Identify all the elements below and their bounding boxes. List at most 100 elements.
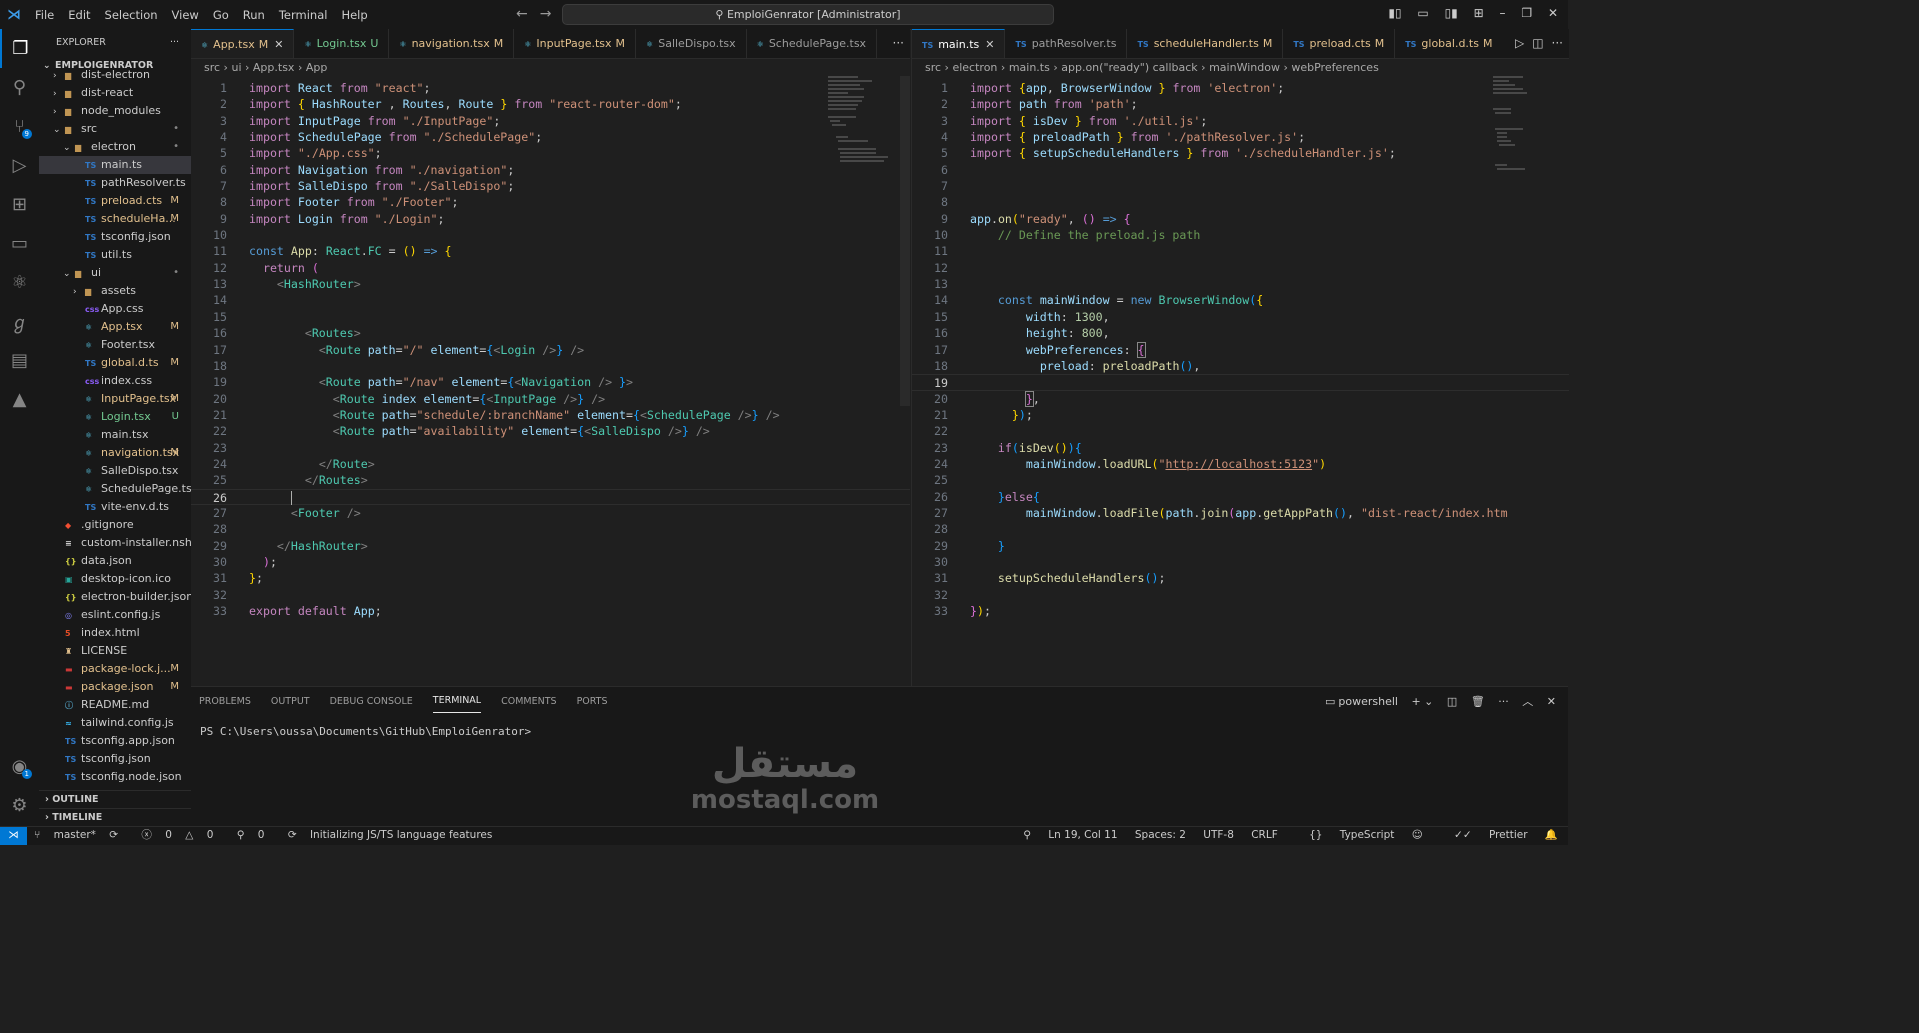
file-tree-item[interactable]: css App.css <box>39 300 191 318</box>
file-tree-item[interactable]: ⌄ ▆ src • <box>39 120 191 138</box>
toggle-secondary-sidebar-icon[interactable]: ▯▮ <box>1445 6 1458 20</box>
run-debug-icon[interactable]: ▷ <box>0 146 39 185</box>
editor-tab[interactable]: ⚛ App.tsx M ✕ <box>191 29 295 58</box>
file-tree-item[interactable]: ♜ LICENSE <box>39 642 191 660</box>
terminal[interactable]: PS C:\Users\oussa\Documents\GitHub\Emplo… <box>191 715 1568 738</box>
more-actions-icon[interactable]: ··· <box>1498 695 1509 708</box>
more-actions-icon[interactable]: ··· <box>170 29 179 57</box>
file-tree-item[interactable]: ⌄ ▆ ui • <box>39 264 191 282</box>
editor-tab[interactable]: ⚛ navigation.tsx M <box>389 29 515 58</box>
command-center[interactable]: ⚲ EmploiGenrator [Administrator] <box>562 4 1054 25</box>
minimap-right[interactable] <box>1491 76 1561 176</box>
close-tab-icon[interactable]: ✕ <box>985 38 994 51</box>
panel-tab-output[interactable]: OUTPUT <box>271 690 310 713</box>
breadcrumb-item[interactable]: App.tsx <box>253 61 295 74</box>
file-tree-item[interactable]: css index.css <box>39 372 191 390</box>
file-tree-item[interactable]: ▬ package.json M <box>39 678 191 696</box>
file-tree-item[interactable]: ◎ eslint.config.js <box>39 606 191 624</box>
file-tree-item[interactable]: {} data.json <box>39 552 191 570</box>
code-editor-left[interactable]: 1 import React from "react"; 2 import { Ha… <box>191 80 910 619</box>
menu-selection[interactable]: Selection <box>98 8 165 22</box>
panel-tab-ports[interactable]: PORTS <box>577 690 608 713</box>
language-mode[interactable]: {} TypeScript <box>1295 829 1394 841</box>
file-tree-item[interactable]: ⚛ navigation.tsx M <box>39 444 191 462</box>
breadcrumb-item[interactable]: src <box>204 61 220 74</box>
menu-go[interactable]: Go <box>206 8 236 22</box>
menu-help[interactable]: Help <box>334 8 374 22</box>
file-tree-item[interactable]: ⚛ main.tsx <box>39 426 191 444</box>
breadcrumb-item[interactable]: webPreferences <box>1291 61 1378 74</box>
more-actions-icon[interactable]: ··· <box>893 36 904 50</box>
search-icon[interactable]: ⚲ <box>0 68 39 107</box>
extensions-icon[interactable]: ⊞ <box>0 185 39 224</box>
split-editor-icon[interactable]: ◫ <box>1532 36 1543 50</box>
ports-status[interactable]: ⚲ 0 <box>237 829 275 841</box>
maximize-panel-icon[interactable]: ︿ <box>1522 695 1533 708</box>
encoding[interactable]: UTF-8 <box>1203 829 1234 841</box>
docker-icon[interactable]: ▤ <box>0 341 39 380</box>
run-icon[interactable]: ▷ <box>1515 36 1524 50</box>
editor-tab[interactable]: TS global.d.ts M <box>1395 29 1504 58</box>
file-tree-item[interactable]: › ▆ dist-react <box>39 84 191 102</box>
panel-tab-terminal[interactable]: TERMINAL <box>432 689 482 713</box>
menu-run[interactable]: Run <box>236 8 272 22</box>
react-icon[interactable]: ⚛ <box>0 263 39 302</box>
minimap-left[interactable] <box>826 76 896 176</box>
file-tree-item[interactable]: TS scheduleHa... M <box>39 210 191 228</box>
file-tree-item[interactable]: {} electron-builder.json <box>39 588 191 606</box>
file-tree-item[interactable]: TS tsconfig.json <box>39 228 191 246</box>
file-tree-item[interactable]: ▣ desktop-icon.ico <box>39 570 191 588</box>
breadcrumb-item[interactable]: ui <box>231 61 241 74</box>
panel-tab-comments[interactable]: COMMENTS <box>501 690 556 713</box>
file-tree-item[interactable]: ⚛ InputPage.tsx M <box>39 390 191 408</box>
editor-tab[interactable]: ⚛ SalleDispo.tsx <box>636 29 747 58</box>
forward-arrow-icon[interactable]: → <box>540 6 564 22</box>
git-graph-icon[interactable]: ℊ <box>0 302 39 341</box>
file-tree-item[interactable]: 5 index.html <box>39 624 191 642</box>
file-tree-item[interactable]: TS vite-env.d.ts <box>39 498 191 516</box>
problems-status[interactable]: ⓧ 0 △ 0 <box>141 829 223 841</box>
close-tab-icon[interactable]: ✕ <box>274 38 283 51</box>
panel-tab-problems[interactable]: PROBLEMS <box>199 690 251 713</box>
editor-tab[interactable]: ⚛ SchedulePage.tsx <box>747 29 878 58</box>
remote-indicator-icon[interactable]: ⋊ <box>0 827 27 845</box>
file-tree-item[interactable]: TS tsconfig.app.json <box>39 732 191 750</box>
file-tree-item[interactable]: TS main.ts <box>39 156 191 174</box>
indentation[interactable]: Spaces: 2 <box>1135 829 1186 841</box>
file-tree-item[interactable]: › ▆ node_modules <box>39 102 191 120</box>
notifications-icon[interactable]: 🔔 <box>1545 829 1558 841</box>
file-tree-item[interactable]: TS tsconfig.json <box>39 750 191 768</box>
file-tree-item[interactable]: TS preload.cts M <box>39 192 191 210</box>
remote-explorer-icon[interactable]: ▭ <box>0 224 39 263</box>
more-actions-icon[interactable]: ··· <box>1552 36 1563 50</box>
breadcrumb-item[interactable]: main.ts <box>1009 61 1050 74</box>
account-icon[interactable]: ◉ 1 <box>0 747 39 786</box>
zoom-icon[interactable]: ⚲ <box>1023 829 1031 841</box>
breadcrumb-item[interactable]: electron <box>952 61 997 74</box>
file-tree-item[interactable]: ⚛ App.tsx M <box>39 318 191 336</box>
customize-layout-icon[interactable]: ⊞ <box>1474 6 1484 20</box>
explorer-icon[interactable]: ❐ <box>0 29 39 68</box>
editor-tab[interactable]: TS pathResolver.ts <box>1005 29 1128 58</box>
scrollbar-left[interactable] <box>900 76 910 406</box>
menu-edit[interactable]: Edit <box>61 8 97 22</box>
restore-icon[interactable]: ❐ <box>1521 6 1532 20</box>
file-tree-item[interactable]: ⓘ README.md <box>39 696 191 714</box>
file-tree-item[interactable]: ⚛ Footer.tsx <box>39 336 191 354</box>
file-tree-item[interactable]: TS global.d.ts M <box>39 354 191 372</box>
file-tree-item[interactable]: › ▆ assets <box>39 282 191 300</box>
source-control-icon[interactable]: ⑂ 9 <box>0 107 39 146</box>
cursor-position[interactable]: Ln 19, Col 11 <box>1048 829 1117 841</box>
panel-tab-debug-console[interactable]: DEBUG CONSOLE <box>330 690 413 713</box>
close-panel-icon[interactable]: ✕ <box>1547 695 1556 708</box>
file-tree-item[interactable]: ≈ tailwind.config.js <box>39 714 191 732</box>
branch-status[interactable]: ⑂ master* ⟳ <box>34 829 128 841</box>
shell-name[interactable]: powershell <box>1338 695 1398 708</box>
file-tree-item[interactable]: ⚛ SalleDispo.tsx <box>39 462 191 480</box>
editor-tab[interactable]: TS scheduleHandler.ts M <box>1127 29 1284 58</box>
menu-view[interactable]: View <box>165 8 206 22</box>
trash-icon[interactable]: 🗑 <box>1471 695 1485 708</box>
breadcrumb-item[interactable]: src <box>925 61 941 74</box>
editor-tab[interactable]: TS main.ts ✕ <box>912 29 1006 58</box>
breadcrumb-item[interactable]: app.on("ready") callback <box>1061 61 1197 74</box>
